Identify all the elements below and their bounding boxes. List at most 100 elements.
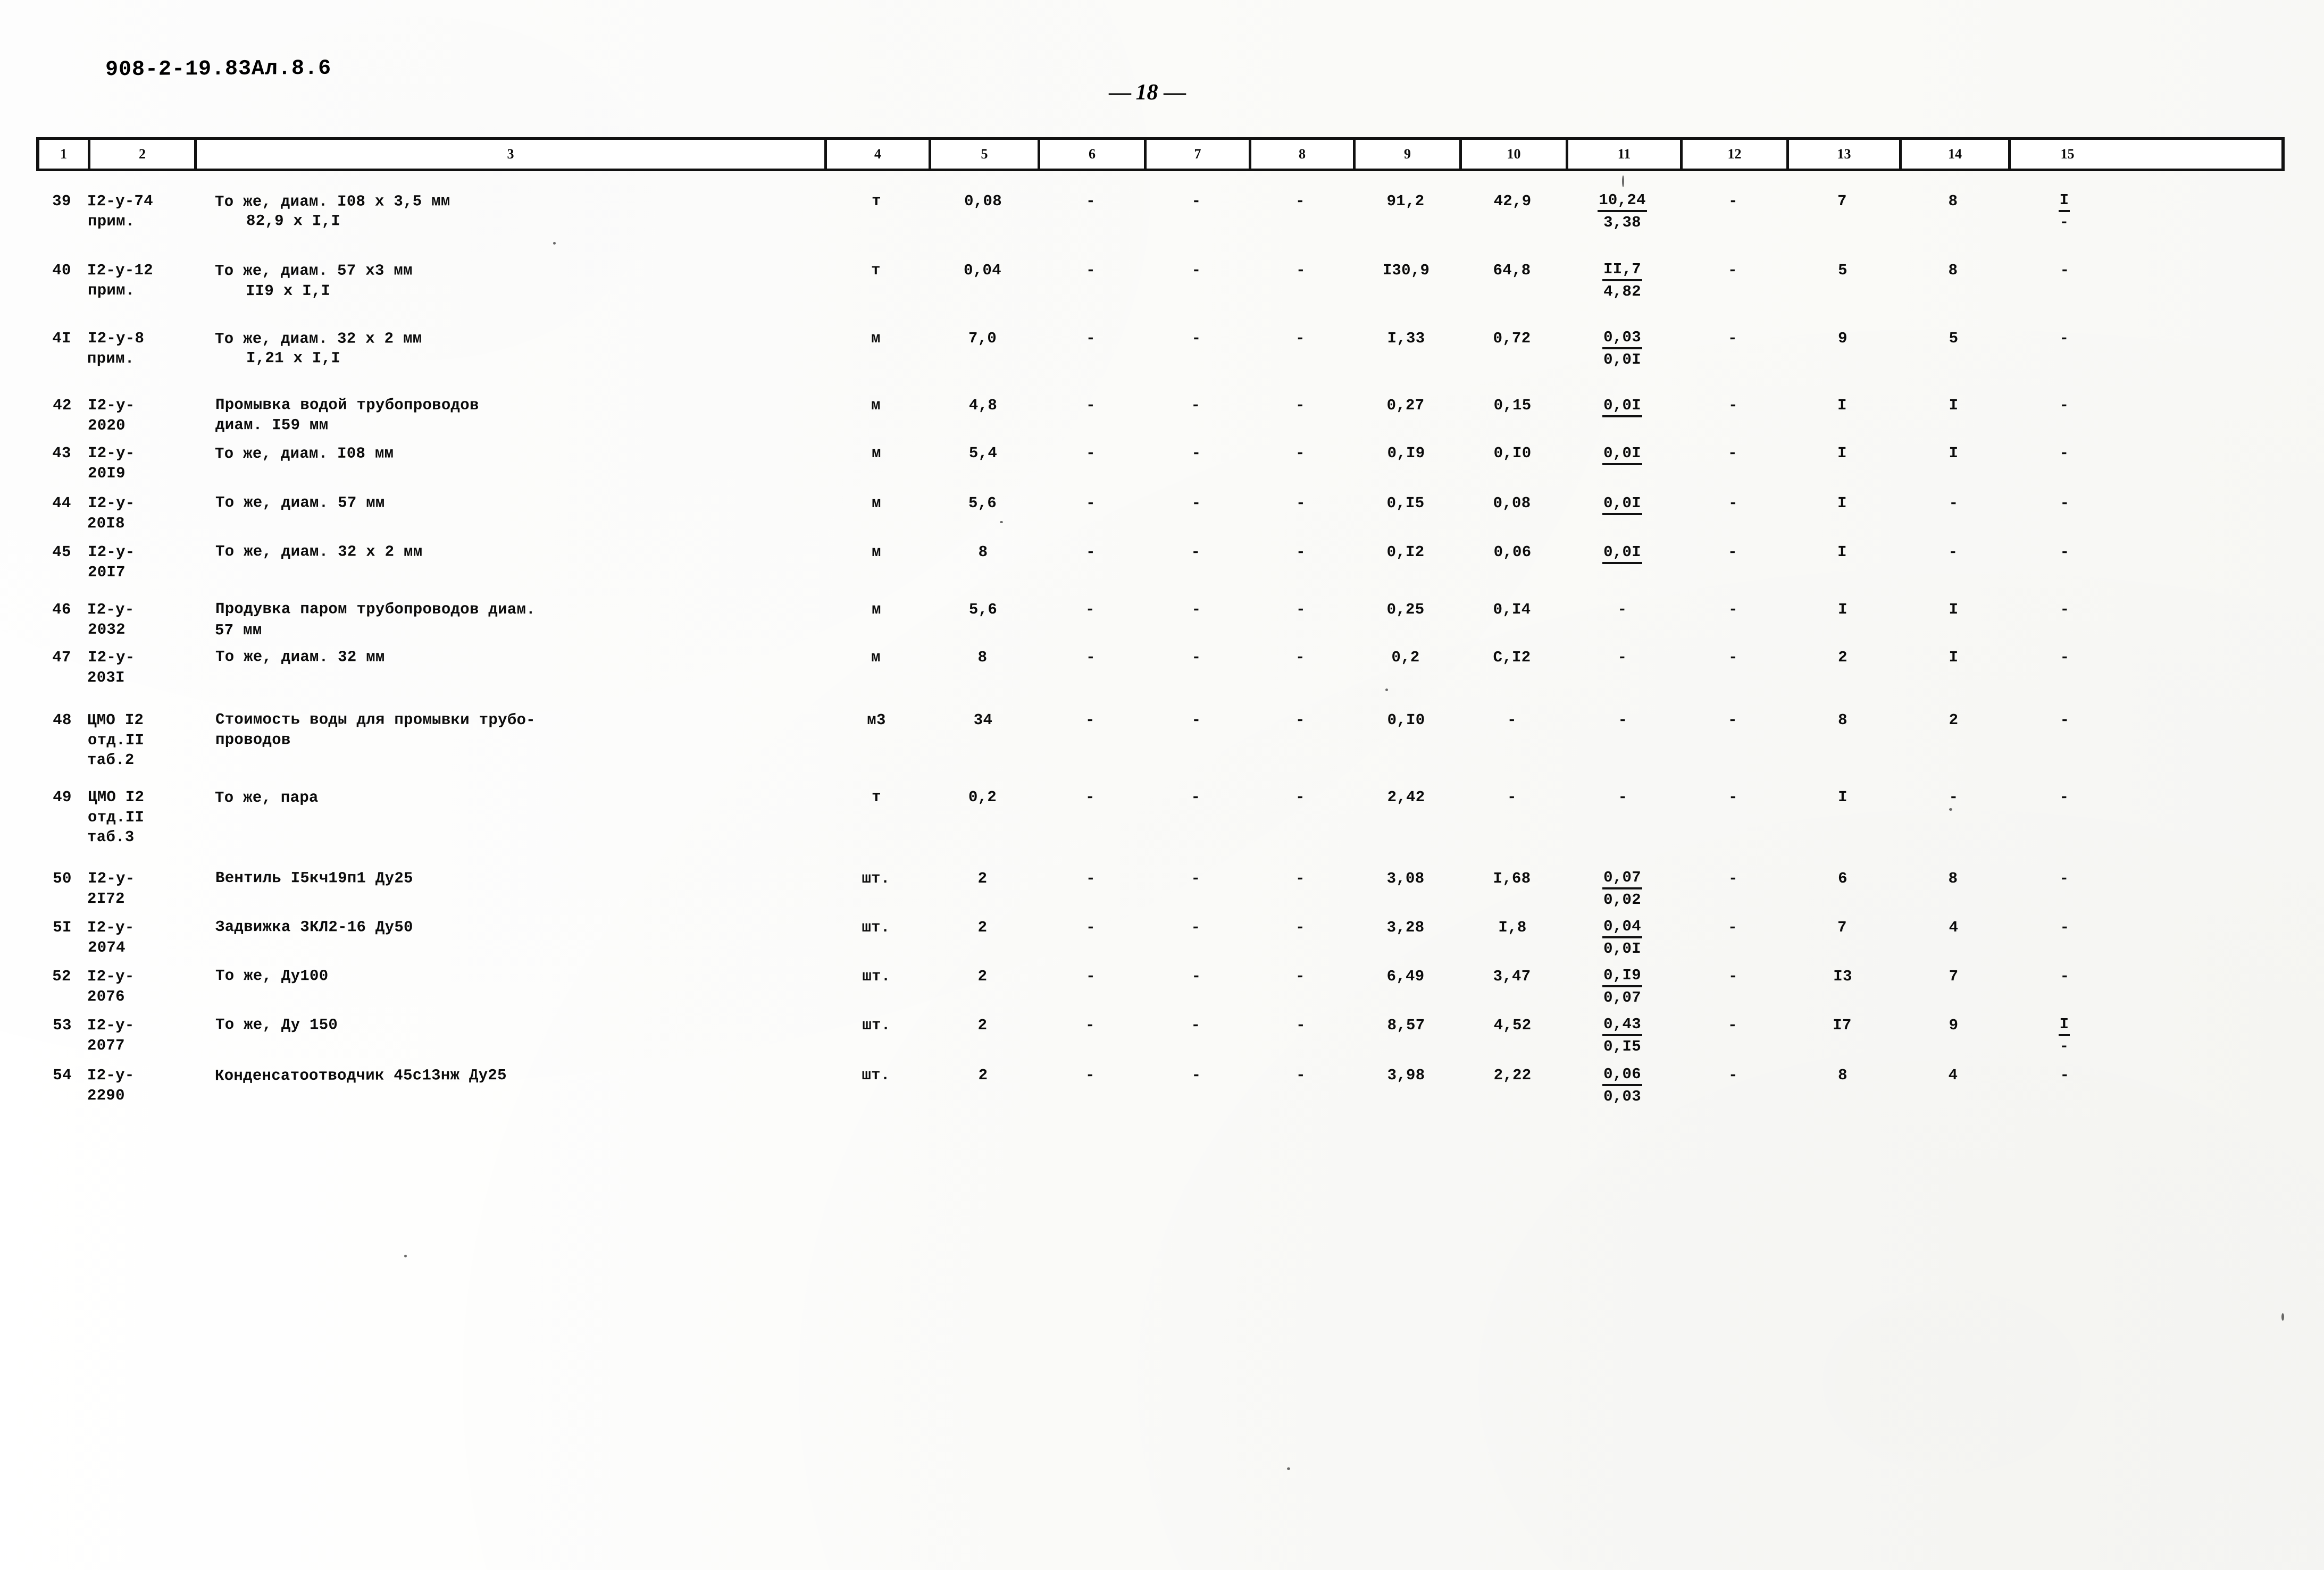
value-cell-15: - <box>2008 598 2121 620</box>
value-cell-14: 2 <box>1899 708 2008 731</box>
column-header-9: 9 <box>1356 140 1462 169</box>
value-cell-15: - <box>2008 393 2121 416</box>
value-cell-8: - <box>1248 1013 1352 1036</box>
fraction-denominator: 0,0I <box>1602 938 1642 958</box>
labour-fraction-cell: 0,0I <box>1565 540 1679 566</box>
labour-fraction-cell: 0,0I <box>1565 491 1679 517</box>
cell-line: Задвижка 3КЛ2-16 Ду50 <box>215 917 824 938</box>
cell-line: - <box>1144 329 1249 349</box>
row-number-cell: 46 <box>36 598 87 620</box>
value-cell-13: 5 <box>1786 258 1899 281</box>
cell-line: 57 мм <box>215 619 824 640</box>
quantity-cell: 8 <box>928 540 1037 562</box>
cell-line: 7 <box>1899 967 2008 987</box>
cell-line: 3,47 <box>1459 967 1565 987</box>
cell-line: прим. <box>88 212 194 232</box>
cell-line: - <box>2008 542 2121 562</box>
cell-line: 54 <box>37 1065 88 1086</box>
cell-line: 39 <box>36 191 87 212</box>
value-cell-7: - <box>1143 540 1248 562</box>
unit-cell: шт. <box>824 1063 928 1086</box>
value-cell-13: 2 <box>1786 645 1899 668</box>
cell-line: - <box>1144 493 1249 514</box>
cell-line: 0,27 <box>1352 396 1459 416</box>
value-cell-15: - <box>2008 1063 2121 1086</box>
cell-line: - <box>1249 261 1353 281</box>
value-cell-13: 6 <box>1786 867 1899 889</box>
fraction: 0,06 0,03 <box>1602 1065 1642 1106</box>
column-header-13: 13 <box>1789 140 1902 169</box>
cell-line: - <box>1680 967 1786 987</box>
labour-fraction-cell: 0,I9 0,07 <box>1565 964 1679 1008</box>
norm-code-cell: I2-у- 2I72 <box>87 867 194 909</box>
column-header-8: 8 <box>1251 140 1356 169</box>
norm-code-cell: I2-у-12 прим. <box>87 258 194 300</box>
value-cell-12: - <box>1679 708 1786 731</box>
row-number-cell: 54 <box>36 1063 87 1086</box>
cell-line: 0,I0 <box>1459 443 1566 464</box>
unit-cell: шт. <box>824 867 928 889</box>
description-cell: То же, диам. 57 мм <box>194 491 824 514</box>
row-number-cell: 53 <box>36 1013 87 1036</box>
cell-line: 203I <box>87 667 194 687</box>
cell-line: шт. <box>824 1065 928 1086</box>
fraction: 0,04 0,0I <box>1602 918 1642 958</box>
cell-line: - <box>1038 493 1144 514</box>
column-header-2: 2 <box>90 140 197 169</box>
scanned-page: 908-2-19.83Ал.8.6 — 18 — 1 2 3 4 5 6 7 8… <box>0 0 2324 1570</box>
cell-line: м <box>824 542 929 562</box>
value-cell-6: - <box>1037 867 1143 889</box>
value-cell-7: - <box>1143 441 1248 464</box>
value-cell-8: - <box>1248 964 1352 987</box>
cell-line: 20I7 <box>88 562 194 583</box>
cell-line: 2 <box>1786 648 1899 668</box>
cell-line: - <box>1899 493 2008 514</box>
cell-line: таб.3 <box>87 827 194 847</box>
value-cell-6: - <box>1037 645 1143 668</box>
cell-line: 2,22 <box>1459 1065 1566 1086</box>
cell-line: - <box>1248 329 1352 349</box>
value-cell-8: - <box>1248 491 1352 514</box>
value-cell-13: 9 <box>1786 326 1899 349</box>
column-header-14: 14 <box>1902 140 2011 169</box>
fraction-numerator: 0,I9 <box>1602 967 1642 987</box>
page-number: — 18 — <box>1109 80 1185 105</box>
value-cell-15: I- <box>2008 189 2121 233</box>
value-cell-7: - <box>1143 491 1248 514</box>
cell-line: 34 <box>929 710 1038 731</box>
cell-line: С,I2 <box>1459 648 1565 668</box>
value-cell-7: - <box>1143 393 1248 416</box>
cell-line: 9 <box>1786 329 1899 349</box>
table-row: 42 I2-у- 2020 Промывка водой трубопроводов д… <box>36 393 2285 439</box>
column-header-11: 11 <box>1568 140 1683 169</box>
cell-line: 3,28 <box>1352 918 1459 938</box>
description-cell: Конденсатоотводчик 45с13нж Ду25 <box>194 1063 824 1086</box>
cell-line: 2 <box>928 918 1037 938</box>
cell-line: I <box>1786 787 1899 808</box>
value-cell-7: - <box>1143 1063 1248 1086</box>
value-cell-14: 4 <box>1899 1063 2008 1086</box>
cell-line: - <box>1248 787 1352 808</box>
cell-line: - <box>1249 542 1353 562</box>
fraction: 0,0I <box>1602 444 1642 467</box>
labour-fraction-cell: - <box>1565 708 1679 731</box>
cell-line: I <box>1899 648 2008 668</box>
cell-line: I2-у- <box>87 918 194 938</box>
cell-line: 0,15 <box>1459 396 1566 416</box>
cell-line: - <box>1038 443 1144 464</box>
value-cell-7: - <box>1143 785 1248 808</box>
value-cell-15: - <box>2008 785 2121 808</box>
norm-code-cell: I2-у-74 прим. <box>87 189 194 231</box>
description-cell: То же, диам. I08 x 3,5 мм 82,9 x I,I <box>194 189 824 231</box>
cell-line: I2-у-12 <box>87 261 194 281</box>
row-number-cell: 5I <box>36 916 87 938</box>
cell-line: ЦМО I2 <box>87 710 194 731</box>
page-number-dash-right: — <box>1164 80 1185 105</box>
quantity-cell: 0,2 <box>928 785 1037 808</box>
cell-line: 64,8 <box>1459 261 1565 281</box>
value-cell-10: 0,08 <box>1459 491 1565 514</box>
cell-line: 0,06 <box>1459 542 1566 562</box>
fraction: 0,I9 0,07 <box>1602 967 1642 1007</box>
cell-line: - <box>1679 710 1786 731</box>
unit-cell: т <box>824 785 928 808</box>
